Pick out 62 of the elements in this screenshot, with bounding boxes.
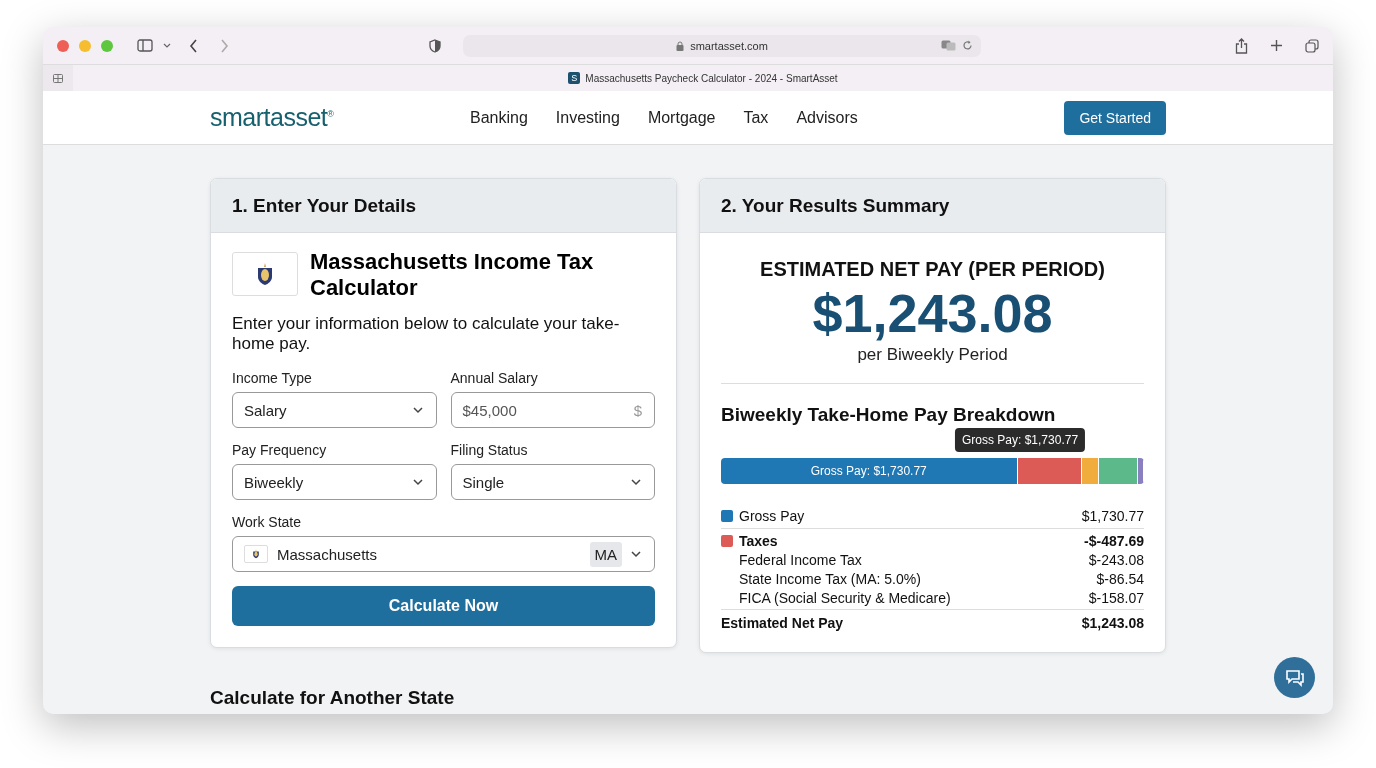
shield-icon[interactable]: [429, 38, 441, 53]
row-label: Gross Pay: [739, 508, 806, 524]
calculator-heading: Massachusetts Income Tax Calculator: [310, 249, 595, 301]
section-heading: Calculate for Another State: [210, 687, 456, 709]
seal-icon: [252, 549, 260, 559]
tooltip: Gross Pay: $1,730.77: [955, 428, 1086, 452]
field-label: Pay Frequency: [232, 442, 328, 458]
get-started-button[interactable]: Get Started: [1064, 100, 1166, 135]
chat-button[interactable]: [1274, 657, 1315, 698]
nav-link[interactable]: Advisors: [796, 108, 858, 127]
chevron-down-icon[interactable]: [163, 42, 171, 49]
chevron-down-icon: [411, 478, 424, 486]
nav-link[interactable]: Mortgage: [647, 108, 716, 127]
row-amount: $-86.54: [1096, 570, 1144, 587]
tab-grid-icon[interactable]: [53, 73, 63, 83]
chevron-down-icon: [411, 406, 424, 414]
nav-link[interactable]: Banking: [470, 108, 528, 127]
card-header: 1. Enter Your Details: [211, 179, 676, 233]
nav-link[interactable]: Investing: [555, 108, 620, 127]
row-label: FICA (Social Security & Medicare): [738, 589, 952, 606]
field-label: Income Type: [232, 370, 313, 386]
select-field[interactable]: Single: [450, 464, 655, 500]
plus-icon[interactable]: [1270, 39, 1283, 52]
row-amount: $-243.08: [1088, 551, 1144, 568]
row-amount: $-158.07: [1088, 589, 1144, 606]
reload-icon[interactable]: [962, 40, 973, 51]
amount-field[interactable]: $45,000 $: [450, 392, 655, 428]
share-icon[interactable]: [1235, 37, 1248, 54]
close-button[interactable]: [57, 39, 69, 52]
card-header: 2. Your Results Summary: [700, 179, 1165, 233]
field-label: Work State: [232, 514, 302, 530]
segment-label: Gross Pay: $1,730.77: [810, 464, 927, 478]
row-label: State Income Tax (MA: 5.0%): [738, 570, 922, 587]
state-select[interactable]: Massachusetts MA: [232, 536, 655, 572]
row-amount: $1,243.08: [1081, 615, 1144, 631]
row-label: Federal Income Tax: [738, 551, 863, 568]
logo[interactable]: smartasset$^{®}$: [210, 103, 470, 132]
select-field[interactable]: Salary: [232, 392, 437, 428]
row-label: Taxes: [739, 532, 779, 549]
calculate-button[interactable]: Calculate Now: [232, 586, 655, 626]
chevron-down-icon: [630, 478, 642, 486]
field-label: Filing Status: [450, 442, 529, 458]
row-amount: -$-487.69: [1084, 532, 1144, 549]
chevron-down-icon: [630, 550, 642, 558]
row-label: Estimated Net Pay: [721, 615, 845, 631]
net-pay-amount: $1,243.08: [811, 283, 1054, 343]
period-text: per Biweekly Period: [856, 345, 1009, 365]
field-label: Annual Salary: [450, 370, 539, 386]
select-field[interactable]: Biweekly: [232, 464, 437, 500]
sidebar-icon[interactable]: [137, 39, 153, 52]
browser-tab[interactable]: S Massachusetts Paycheck Calculator - 2024 - SmartAsset: [73, 65, 1333, 91]
breakdown-title: Biweekly Take-Home Pay Breakdown: [721, 404, 1057, 426]
back-icon[interactable]: [189, 38, 198, 53]
seal-icon: [255, 262, 275, 286]
net-pay-label: ESTIMATED NET PAY (PER PERIOD): [759, 258, 1106, 281]
intro-text: Enter your information below to calculate your take-home pay.: [232, 314, 621, 354]
row-amount: $1,730.77: [1081, 508, 1144, 524]
chat-icon: [1283, 667, 1306, 688]
lock-icon: [676, 40, 685, 51]
tabs-overview-icon[interactable]: [1305, 38, 1319, 53]
address-bar[interactable]: smartasset.com: [463, 34, 981, 57]
nav-link[interactable]: Tax: [743, 108, 769, 127]
